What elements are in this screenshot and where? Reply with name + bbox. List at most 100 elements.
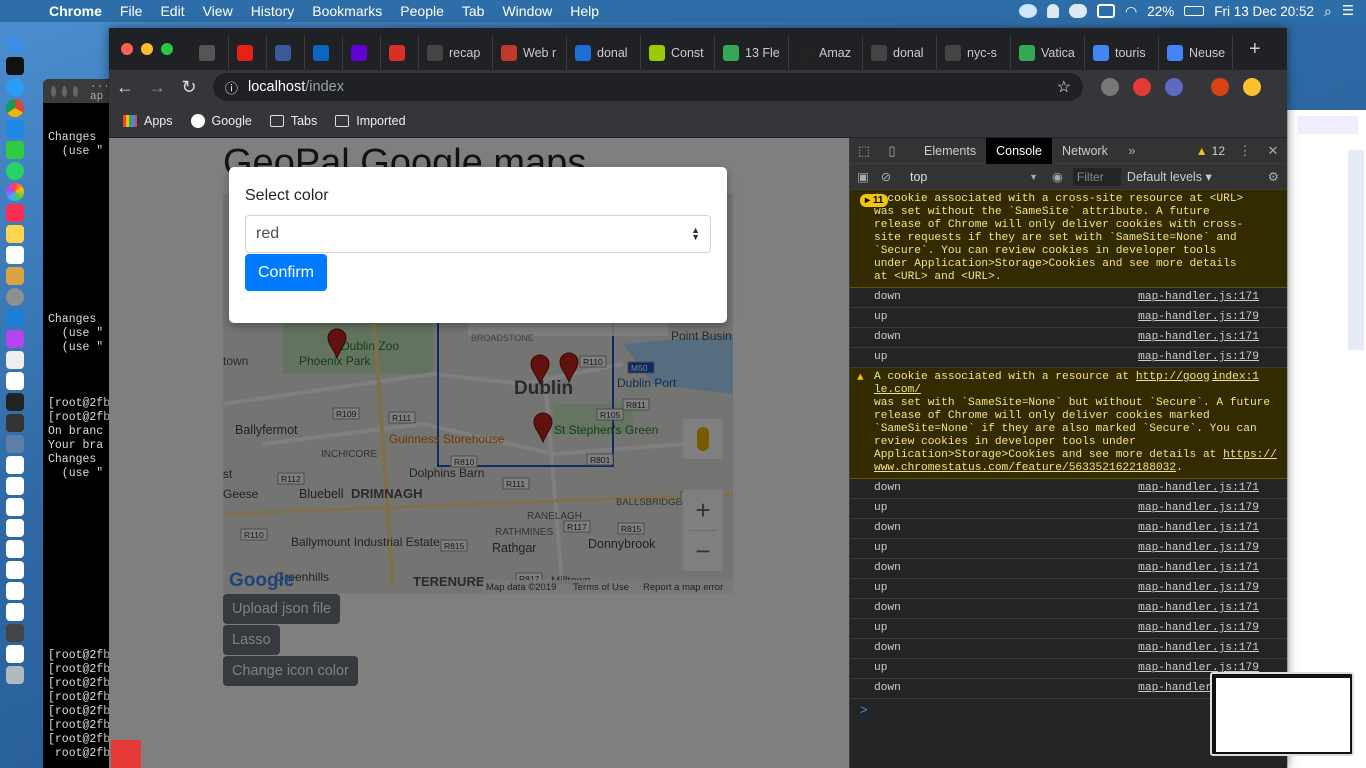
photos-icon[interactable]: [6, 183, 24, 201]
chrome-icon[interactable]: [6, 99, 24, 117]
spotlight-icon[interactable]: ⌕: [1324, 3, 1332, 20]
zoom-window-button[interactable]: [161, 43, 173, 55]
clock[interactable]: Fri 13 Dec 20:52: [1214, 4, 1314, 19]
menu-bookmarks[interactable]: Bookmarks: [303, 3, 391, 19]
info-icon[interactable]: ⓘ: [225, 78, 238, 97]
terminal-close-button[interactable]: [51, 85, 56, 97]
browser-tab[interactable]: [343, 36, 381, 70]
confirm-button[interactable]: Confirm: [245, 254, 328, 291]
source-link[interactable]: index:1: [1212, 371, 1259, 384]
browser-tab[interactable]: Amaz: [789, 36, 863, 70]
source-link[interactable]: map-handler.js:179: [1138, 351, 1259, 364]
menu-help[interactable]: Help: [561, 3, 608, 19]
clear-console-icon[interactable]: ⊘: [876, 169, 896, 184]
messages-icon[interactable]: [6, 141, 24, 159]
devtools-menu-icon[interactable]: ⋮: [1231, 143, 1259, 159]
calendar-icon[interactable]: [6, 246, 24, 264]
browser-tab[interactable]: [305, 36, 343, 70]
music-icon[interactable]: [6, 204, 24, 222]
whatsapp-icon[interactable]: [6, 162, 24, 180]
trash-icon[interactable]: [6, 666, 24, 684]
console-settings-icon[interactable]: ⚙: [1268, 169, 1279, 184]
live-expression-icon[interactable]: ◉: [1052, 169, 1063, 184]
terminal-zoom-button[interactable]: [73, 85, 78, 97]
sidebar-toggle-icon[interactable]: ▣: [850, 169, 876, 184]
display-icon[interactable]: [1096, 4, 1115, 18]
app-menu[interactable]: Chrome: [40, 3, 111, 19]
textedit-icon[interactable]: [6, 351, 24, 369]
wifi-icon[interactable]: ◠: [1125, 3, 1137, 20]
browser-tab[interactable]: Web r: [493, 36, 567, 70]
source-link[interactable]: map-handler.js:171: [1138, 291, 1259, 304]
address-bar[interactable]: ⓘ localhost/index ☆: [213, 73, 1083, 101]
browser-tab[interactable]: nyc-s: [937, 36, 1011, 70]
file-icon-11[interactable]: [6, 645, 24, 663]
source-link[interactable]: map-handler.js:179: [1138, 502, 1259, 515]
browser-tab[interactable]: [381, 36, 419, 70]
close-window-button[interactable]: [121, 43, 133, 55]
background-window-right[interactable]: [1287, 110, 1366, 768]
bookmark-tabs[interactable]: Tabs: [269, 114, 317, 128]
docker-icon[interactable]: [1018, 4, 1037, 18]
new-tab-button[interactable]: +: [1233, 38, 1261, 61]
cloud-icon[interactable]: [1068, 4, 1087, 18]
browser-tab[interactable]: [191, 36, 229, 70]
browser-tab[interactable]: Vatica: [1011, 36, 1085, 70]
source-link[interactable]: map-handler.js:179: [1138, 542, 1259, 555]
warnings-counter[interactable]: ▲ 12: [1196, 144, 1231, 158]
menu-file[interactable]: File: [111, 3, 152, 19]
browser-tab[interactable]: recap: [419, 36, 493, 70]
safari-icon[interactable]: [6, 78, 24, 96]
file-icon-10[interactable]: [6, 624, 24, 642]
browser-tab[interactable]: donal: [863, 36, 937, 70]
file-icon-7[interactable]: [6, 561, 24, 579]
browser-tab[interactable]: 13 Fle: [715, 36, 789, 70]
console-filter-input[interactable]: Filter: [1072, 167, 1121, 186]
log-levels-select[interactable]: Default levels ▾: [1127, 169, 1212, 184]
extension-pen-icon[interactable]: [1165, 78, 1183, 96]
terminal-alt-icon[interactable]: [6, 414, 24, 432]
forward-button[interactable]: →: [141, 77, 173, 98]
bookmark-star-icon[interactable]: ☆: [1057, 77, 1071, 97]
preview-icon[interactable]: [6, 267, 24, 285]
menu-view[interactable]: View: [194, 3, 242, 19]
source-link[interactable]: map-handler.js:171: [1138, 331, 1259, 344]
appstore-icon[interactable]: [6, 120, 24, 138]
back-button[interactable]: ←: [109, 77, 141, 98]
color-select[interactable]: red ▲ ▼: [245, 215, 711, 253]
overlay-app-icon[interactable]: [111, 740, 141, 768]
bookmark-imported[interactable]: Imported: [335, 114, 406, 128]
bookmark-apps[interactable]: Apps: [123, 114, 173, 128]
source-link[interactable]: map-handler.js:179: [1138, 582, 1259, 595]
browser-tab[interactable]: touris: [1085, 36, 1159, 70]
console-icon[interactable]: [6, 393, 24, 411]
vpn-icon[interactable]: [1046, 4, 1059, 18]
context-select[interactable]: top ▼: [906, 167, 1038, 187]
source-link[interactable]: map-handler.js:171: [1138, 562, 1259, 575]
inspect-element-icon[interactable]: ⬚: [850, 143, 878, 159]
browser-tab[interactable]: donal: [567, 36, 641, 70]
file-icon-8[interactable]: [6, 582, 24, 600]
tab-network[interactable]: Network: [1052, 138, 1118, 164]
source-link[interactable]: map-handler.js:171: [1138, 602, 1259, 615]
source-link[interactable]: map-handler.js:171: [1138, 482, 1259, 495]
extension-gear-icon[interactable]: [1101, 78, 1119, 96]
phpstorm-icon[interactable]: [6, 330, 24, 348]
browser-tab[interactable]: [229, 36, 267, 70]
finder-icon[interactable]: [6, 36, 24, 54]
devtools-close-icon[interactable]: ✕: [1259, 143, 1287, 159]
profile-avatar[interactable]: [1211, 78, 1229, 96]
menu-history[interactable]: History: [242, 3, 304, 19]
device-toolbar-icon[interactable]: ▯: [878, 143, 906, 159]
battery-icon[interactable]: [1184, 6, 1205, 16]
reload-button[interactable]: ↻: [173, 77, 205, 98]
tab-elements[interactable]: Elements: [914, 138, 986, 164]
browser-tab[interactable]: Neuse: [1159, 36, 1233, 70]
menu-tab[interactable]: Tab: [453, 3, 494, 19]
screenshot-thumbnail[interactable]: [1210, 672, 1354, 756]
more-tabs-icon[interactable]: »: [1118, 143, 1146, 158]
source-link[interactable]: map-handler.js:179: [1138, 622, 1259, 635]
update-icon[interactable]: [1243, 78, 1261, 96]
file-icon-4[interactable]: [6, 498, 24, 516]
browser-tab[interactable]: Const: [641, 36, 715, 70]
